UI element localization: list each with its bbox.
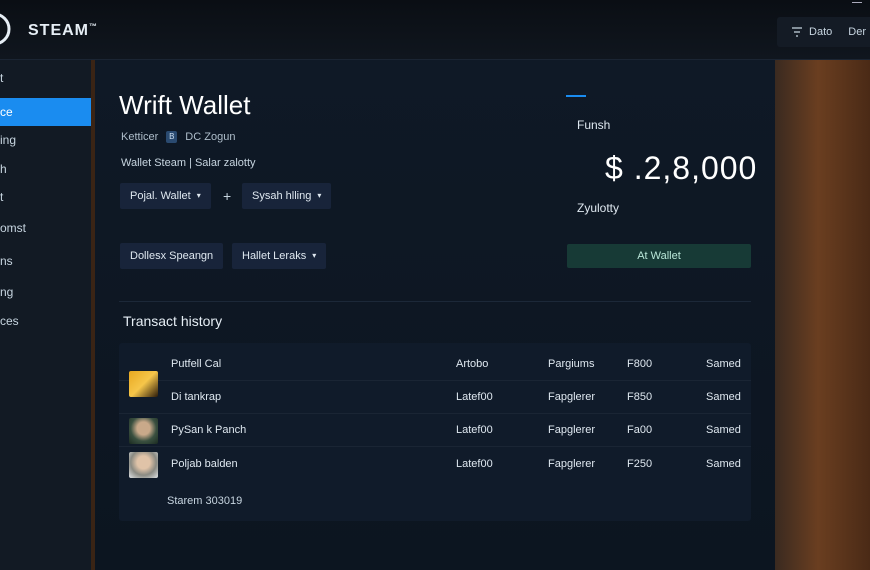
brand-name[interactable]: STEAM™ — [28, 22, 98, 40]
spending-button-label: Dollesx Speangn — [130, 250, 214, 262]
sidebar-item-2[interactable]: ce — [0, 98, 91, 126]
row-col5: Samed — [706, 424, 741, 436]
sidebar-item-1[interactable]: t — [0, 64, 91, 92]
top-bar: STEAM™ Dato Der — [0, 0, 870, 60]
table-row[interactable]: PySan k Panch Latef00 Fapglerer Fa00 Sam… — [119, 414, 751, 447]
sidebar-item-8[interactable]: ng — [0, 278, 91, 306]
row-col2: Latef00 — [456, 391, 493, 403]
table-row[interactable]: Putfell Cal Artobo Pargiums F800 Samed — [119, 348, 751, 381]
leraks-dropdown[interactable]: Hallet Leraks ▾ — [232, 243, 327, 269]
row-col4: F850 — [627, 391, 653, 403]
table-row[interactable]: Poljab balden Latef00 Fapglerer F250 Sam… — [119, 448, 751, 481]
user-avatar — [129, 452, 158, 478]
chevron-down-icon: ▾ — [312, 251, 317, 260]
balance-accent — [566, 95, 586, 97]
sidebar-item-label: ce — [0, 105, 13, 119]
wallet-dropdown-label: Pojal. Wallet — [130, 190, 191, 202]
data-button[interactable]: Dato — [787, 26, 836, 38]
page-title: Wrift Wallet — [119, 90, 251, 120]
row-col4: F250 — [627, 458, 653, 470]
sidebar-item-9[interactable]: ces — [0, 307, 91, 335]
row-col5: Samed — [706, 458, 741, 470]
billing-dropdown-label: Sysah hlling — [252, 190, 312, 202]
sidebar-item-label: t — [0, 190, 4, 204]
row-col2: Artobo — [456, 358, 489, 370]
plus-icon[interactable]: + — [223, 188, 231, 204]
row-col3: Fapglerer — [548, 424, 596, 436]
meta-left: Ketticer — [121, 131, 159, 143]
section-divider — [119, 301, 751, 302]
wallet-subtitle: Wallet Steam | Salar zalotty — [121, 157, 256, 169]
sidebar-item-3[interactable]: ing — [0, 126, 91, 154]
billing-dropdown[interactable]: Sysah hlling ▾ — [242, 183, 332, 209]
filter-icon — [792, 27, 803, 37]
sidebar: t ce ing h t omst ns ng ces — [0, 60, 91, 570]
row-name: Poljab balden — [171, 458, 238, 470]
sidebar-item-label: h — [0, 162, 7, 176]
row-col4: F800 — [627, 358, 653, 370]
spending-button[interactable]: Dollesx Speangn — [120, 243, 224, 269]
sidebar-item-label: omst — [0, 221, 27, 235]
balance-label: Funsh — [577, 118, 611, 132]
history-title: Transact history — [123, 313, 223, 329]
balance-value: $ .2,8,000 — [605, 150, 758, 186]
table-row[interactable]: Di tankrap Latef00 Fapglerer F850 Samed — [119, 371, 751, 414]
row-col4: Fa00 — [627, 424, 653, 436]
sidebar-item-label: ing — [0, 133, 17, 147]
game-thumbnail — [129, 371, 158, 397]
history-footer: Starem 303019 — [167, 495, 243, 507]
der-button-label: Der — [848, 26, 866, 38]
data-button-label: Dato — [809, 26, 833, 38]
row-col5: Samed — [706, 358, 741, 370]
row-col5: Samed — [706, 391, 741, 403]
row-name: Di tankrap — [171, 391, 222, 403]
leraks-dropdown-label: Hallet Leraks — [242, 250, 307, 262]
wallet-dropdown[interactable]: Pojal. Wallet ▾ — [120, 183, 211, 209]
steam-logo-icon[interactable] — [0, 12, 12, 46]
user-avatar — [129, 418, 158, 444]
row-col3: Fapglerer — [548, 391, 596, 403]
account-meta: Ketticer B DC Zogun — [121, 131, 235, 143]
minimize-icon[interactable] — [852, 2, 862, 3]
sidebar-item-6[interactable]: omst — [0, 214, 91, 242]
row-name: Putfell Cal — [171, 358, 222, 370]
meta-right: DC Zogun — [185, 131, 236, 143]
sidebar-item-label: ces — [0, 314, 19, 328]
sidebar-item-7[interactable]: ns — [0, 247, 91, 275]
row-name: PySan k Panch — [171, 424, 247, 436]
chevron-down-icon: ▾ — [317, 191, 322, 200]
sidebar-item-label: t — [0, 71, 4, 85]
row-col2: Latef00 — [456, 458, 493, 470]
badge-icon: B — [166, 131, 178, 143]
row-col3: Fapglerer — [548, 458, 596, 470]
sidebar-item-5[interactable]: t — [0, 183, 91, 211]
balance-subtitle: Zyulotty — [577, 201, 620, 215]
sidebar-item-label: ns — [0, 254, 13, 268]
wallet-panel: Wrift Wallet Ketticer B DC Zogun Wallet … — [95, 60, 775, 570]
sidebar-item-4[interactable]: h — [0, 155, 91, 183]
history-table: Putfell Cal Artobo Pargiums F800 Samed D… — [119, 343, 751, 521]
background-art — [775, 60, 870, 570]
row-col2: Latef00 — [456, 424, 493, 436]
chevron-down-icon: ▾ — [196, 191, 201, 200]
der-button[interactable]: Der — [844, 26, 870, 38]
row-col3: Pargiums — [548, 358, 595, 370]
add-wallet-button[interactable]: At Wallet — [567, 244, 751, 268]
sidebar-item-label: ng — [0, 285, 14, 299]
top-right-controls: Dato Der — [777, 17, 870, 47]
